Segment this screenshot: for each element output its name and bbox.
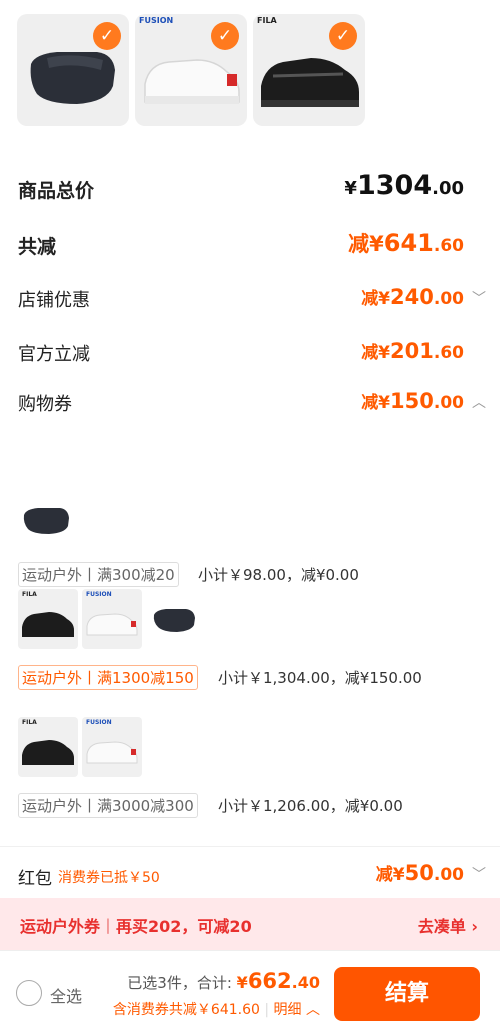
group-subtotal: 小计￥98.00，减¥0.00 bbox=[198, 566, 359, 584]
checked-icon[interactable]: ✓ bbox=[329, 22, 357, 50]
group-item-black-sneaker: FILA bbox=[18, 589, 78, 649]
product-thumb-black-sneaker[interactable]: FILA ✓ bbox=[253, 14, 365, 126]
group-subtotal: 小计￥1,304.00，减¥150.00 bbox=[218, 669, 422, 687]
total-discount-row: 共减 减¥641.60 bbox=[0, 220, 500, 266]
official-discount-value: 减¥201.60 bbox=[361, 339, 464, 363]
white-sneaker-image bbox=[86, 741, 138, 764]
brand-label: FILA bbox=[22, 719, 37, 726]
total-price-value: ¥1304.00 bbox=[344, 170, 464, 201]
divider bbox=[0, 846, 500, 847]
red-packet-row[interactable]: 红包 消费券已抵￥50 减¥50.00 ﹀ bbox=[0, 850, 500, 898]
total-price-row: 商品总价 ¥1304.00 bbox=[0, 166, 500, 212]
store-discount-value: 减¥240.00 bbox=[361, 285, 464, 309]
checkout-button[interactable]: 结算 bbox=[334, 967, 480, 1021]
coupon-label: 购物券 bbox=[18, 394, 72, 415]
selected-count: 已选3件，合计: bbox=[127, 974, 232, 992]
detail-link[interactable]: 明细 bbox=[274, 1002, 302, 1018]
product-thumb-visor[interactable]: ✓ bbox=[17, 14, 129, 126]
official-discount-row: 官方立减 减¥201.60 bbox=[0, 330, 500, 374]
brand-label: FILA bbox=[22, 591, 37, 598]
visor-image bbox=[153, 609, 195, 632]
chevron-right-icon: › bbox=[471, 917, 478, 936]
saving-text: 含消费券共减￥641.60 bbox=[112, 1002, 260, 1018]
grand-total: ¥662.40 bbox=[236, 969, 320, 993]
chevron-up-icon: ︿ bbox=[306, 1002, 320, 1018]
total-line: 已选3件，合计: ¥662.40 bbox=[127, 969, 320, 993]
checkout-bar: 全选 已选3件，合计: ¥662.40 含消费券共减￥641.60 | 明细 ︿… bbox=[0, 950, 500, 1034]
brand-label: FILA bbox=[257, 16, 277, 25]
group-item-white-sneaker: FUSION bbox=[82, 717, 142, 777]
select-all-radio[interactable] bbox=[16, 980, 42, 1006]
add-more-link[interactable]: 去凑单 › bbox=[418, 913, 478, 937]
white-sneaker-image bbox=[86, 613, 138, 636]
chevron-up-icon[interactable]: ︿ bbox=[472, 392, 486, 412]
red-packet-value: 减¥50.00 bbox=[375, 861, 464, 885]
coupon-row[interactable]: 购物券 减¥150.00 ︿ bbox=[0, 382, 500, 426]
visor-image bbox=[23, 508, 69, 534]
black-sneaker-image bbox=[22, 740, 74, 765]
chevron-down-icon[interactable]: ﹀ bbox=[472, 288, 486, 308]
banner-text: 运动户外券丨再买202，可减20 bbox=[20, 917, 252, 936]
group-item-visor bbox=[146, 589, 206, 649]
coupon-value: 减¥150.00 bbox=[361, 389, 464, 413]
group-item-visor bbox=[18, 489, 78, 549]
red-packet-label: 红包 bbox=[18, 869, 52, 889]
store-discount-label: 店铺优惠 bbox=[18, 290, 90, 311]
official-discount-label: 官方立减 bbox=[18, 344, 90, 365]
brand-label: FUSION bbox=[139, 16, 174, 25]
select-all-label[interactable]: 全选 bbox=[50, 983, 82, 1007]
brand-label: FUSION bbox=[86, 591, 112, 598]
total-discount-value: 减¥641.60 bbox=[348, 229, 464, 257]
promo-tag: 运动户外丨满300减20 bbox=[18, 562, 179, 587]
checked-icon[interactable]: ✓ bbox=[211, 22, 239, 50]
product-thumb-white-sneaker[interactable]: FUSION ✓ bbox=[135, 14, 247, 126]
chevron-down-icon[interactable]: ﹀ bbox=[472, 864, 486, 884]
saving-line[interactable]: 含消费券共减￥641.60 | 明细 ︿ bbox=[113, 999, 320, 1019]
promo-tag: 运动户外丨满3000减300 bbox=[18, 793, 198, 818]
total-discount-label: 共减 bbox=[18, 236, 57, 258]
selected-products-strip: ✓ FUSION ✓ FILA ✓ bbox=[0, 0, 500, 140]
store-discount-row[interactable]: 店铺优惠 减¥240.00 ﹀ bbox=[0, 276, 500, 320]
group-item-black-sneaker: FILA bbox=[18, 717, 78, 777]
brand-label: FUSION bbox=[86, 719, 112, 726]
black-sneaker-image bbox=[22, 612, 74, 637]
checked-icon[interactable]: ✓ bbox=[93, 22, 121, 50]
group-subtotal: 小计￥1,206.00，减¥0.00 bbox=[218, 797, 403, 815]
promo-tag-active: 运动户外丨满1300减150 bbox=[18, 665, 198, 690]
red-packet-note: 消费券已抵￥50 bbox=[58, 870, 160, 886]
coupon-details-panel: 运动户外丨满300减20 小计￥98.00，减¥0.00 FILA FUSION… bbox=[0, 425, 500, 843]
total-price-label: 商品总价 bbox=[18, 180, 95, 202]
promo-banner[interactable]: 运动户外券丨再买202，可减20 去凑单 › bbox=[0, 898, 500, 950]
group-item-white-sneaker: FUSION bbox=[82, 589, 142, 649]
